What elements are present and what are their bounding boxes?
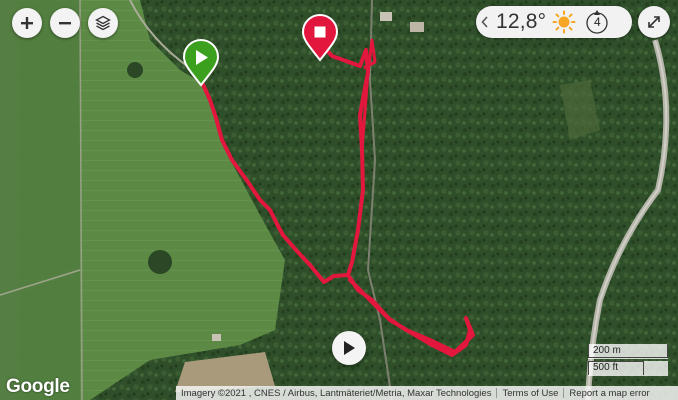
google-logo[interactable]: Google bbox=[6, 376, 70, 398]
wind-force-value: 4 bbox=[593, 15, 601, 29]
tree-clump bbox=[148, 250, 172, 274]
building bbox=[410, 22, 424, 32]
stop-icon bbox=[314, 26, 326, 38]
scale-metric-label: 200 m bbox=[593, 345, 621, 356]
report-map-error-link[interactable]: Report a map error bbox=[564, 388, 654, 399]
map-view[interactable]: 12,8° 4 200 m 500 ft Google Imagery ©202… bbox=[0, 0, 678, 400]
farm-field-edge bbox=[0, 0, 20, 400]
play-route-button[interactable] bbox=[332, 331, 366, 365]
scale-metric: 200 m bbox=[588, 344, 668, 359]
layers-icon bbox=[95, 15, 111, 31]
building bbox=[380, 12, 392, 21]
attribution-bar: Imagery ©2021 , CNES / Airbus, Lantmäter… bbox=[176, 386, 678, 400]
play-icon bbox=[344, 341, 355, 355]
zoom-in-button[interactable] bbox=[12, 8, 42, 38]
scale-bar: 200 m 500 ft bbox=[588, 344, 668, 376]
fullscreen-button[interactable] bbox=[638, 6, 670, 38]
plus-icon bbox=[21, 17, 33, 29]
minus-icon bbox=[59, 22, 71, 25]
temperature-value: 12,8° bbox=[496, 10, 547, 33]
chevron-left-icon[interactable] bbox=[476, 6, 494, 38]
scale-imperial-label: 500 ft bbox=[593, 362, 619, 373]
wind-indicator: 4 bbox=[584, 9, 610, 35]
building bbox=[212, 334, 221, 341]
zoom-out-button[interactable] bbox=[50, 8, 80, 38]
weather-widget[interactable]: 12,8° 4 bbox=[476, 6, 632, 38]
tree-clump bbox=[127, 62, 143, 78]
expand-icon bbox=[648, 16, 660, 28]
layers-button[interactable] bbox=[88, 8, 118, 38]
imagery-credit: Imagery ©2021 , CNES / Airbus, Lantmäter… bbox=[181, 387, 492, 399]
scale-imperial: 500 ft bbox=[588, 361, 668, 376]
sun-icon bbox=[552, 10, 576, 34]
terms-of-use-link[interactable]: Terms of Use bbox=[497, 388, 563, 399]
